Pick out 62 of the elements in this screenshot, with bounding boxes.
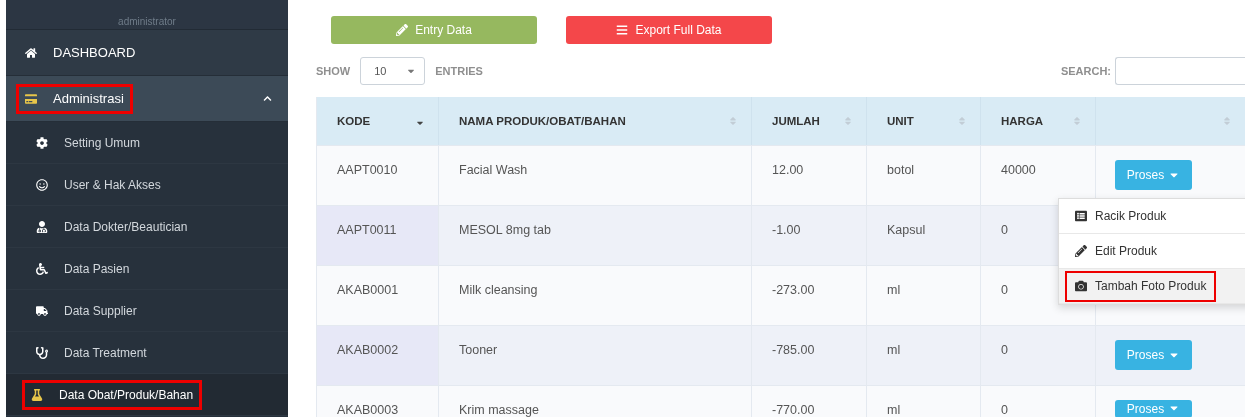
page-size-select[interactable]: 10 <box>360 56 426 85</box>
table-cell: -770.00 <box>752 385 867 417</box>
table-cell: ml <box>867 325 981 385</box>
table-cell: -785.00 <box>752 325 867 385</box>
sidebar-item[interactable]: DASHBOARD <box>6 30 288 76</box>
search-label: SEARCH: <box>1060 64 1111 77</box>
show-label: SHOW <box>316 64 351 77</box>
table-cell: AAPT0010 <box>317 145 439 205</box>
menu-item[interactable]: Tambah Foto Produk <box>1059 269 1245 304</box>
table-cell: MESOL 8mg tab <box>439 205 752 265</box>
column-header[interactable]: NAMA PRODUK/OBAT/BAHAN <box>439 97 752 145</box>
smiley-icon <box>36 178 48 191</box>
sidebar-item[interactable]: Administrasi <box>6 76 288 122</box>
camera-icon <box>1075 280 1087 292</box>
column-header[interactable]: JUMLAH <box>752 97 867 145</box>
column-header[interactable]: KODE <box>317 97 439 145</box>
stethoscope-icon <box>36 346 48 359</box>
chevron-up-icon <box>263 94 272 103</box>
flask-icon <box>31 388 43 401</box>
table-cell: ml <box>867 265 981 325</box>
pencil-icon <box>1075 245 1087 257</box>
table-cell: AKAB0003 <box>317 385 439 417</box>
table-cell: Facial Wash <box>439 145 752 205</box>
sort-icon <box>728 116 738 126</box>
entries-label: ENTRIES <box>435 64 483 77</box>
doctor-icon <box>36 220 48 233</box>
gear-icon <box>36 136 48 149</box>
table-cell: botol <box>867 145 981 205</box>
home-icon <box>25 46 37 59</box>
card-icon <box>25 92 37 105</box>
user-role: administrator <box>6 0 288 30</box>
search-field[interactable] <box>1115 56 1245 85</box>
menu-item[interactable]: Edit Produk <box>1059 234 1245 269</box>
sidebar-subitem[interactable]: Data Obat/Produk/Bahan <box>6 374 288 416</box>
table-cell: 40000 <box>981 145 1096 205</box>
table-cell: AKAB0002 <box>317 325 439 385</box>
table-cell: 0 <box>981 385 1096 417</box>
sort-icon <box>843 116 853 126</box>
table-cell: Krim massage <box>439 385 752 417</box>
table-cell: AKAB0001 <box>317 265 439 325</box>
column-header[interactable]: UNIT <box>867 97 981 145</box>
table-cell: AAPT0011 <box>317 205 439 265</box>
sort-icon <box>1072 116 1082 126</box>
table-cell: ml <box>867 385 981 417</box>
table-cell: Milk cleansing <box>439 265 752 325</box>
table-cell: 0 <box>981 325 1096 385</box>
sort-icon <box>957 116 967 126</box>
list-icon <box>1075 210 1087 222</box>
column-header[interactable]: HARGA <box>981 97 1096 145</box>
menu-icon <box>616 24 629 36</box>
wheelchair-icon <box>36 262 48 275</box>
table-cell: 12.00 <box>752 145 867 205</box>
table-cell: Kapsul <box>867 205 981 265</box>
menu-item[interactable]: Racik Produk <box>1059 199 1245 234</box>
table-cell: -273.00 <box>752 265 867 325</box>
table-cell: -1.00 <box>752 205 867 265</box>
pencil-icon <box>396 24 409 36</box>
column-header[interactable] <box>1096 97 1245 145</box>
sort-icon <box>1222 116 1232 126</box>
export-button[interactable]: Export Full Data <box>566 16 772 44</box>
truck-icon <box>36 304 48 317</box>
table-cell: Tooner <box>439 325 752 385</box>
